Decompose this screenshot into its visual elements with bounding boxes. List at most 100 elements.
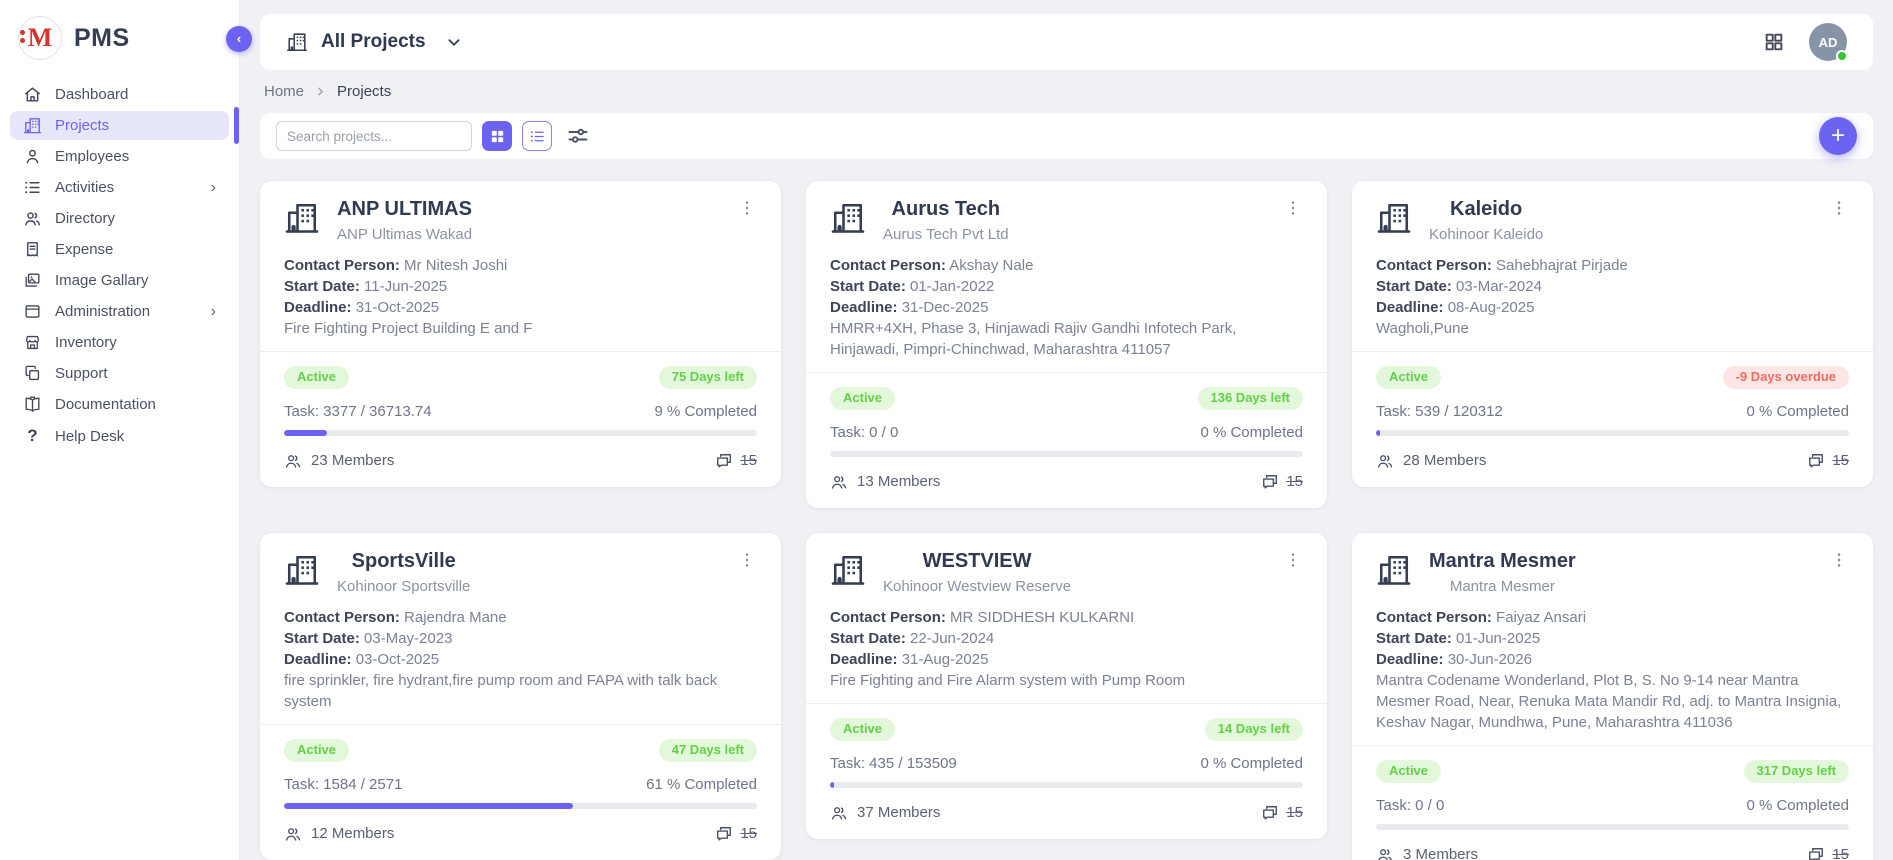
sidebar-item-label: Support <box>55 365 108 382</box>
sidebar-item-directory[interactable]: Directory <box>10 204 229 233</box>
project-card[interactable]: Kaleido Kohinoor Kaleido Contact Person:… <box>1352 181 1873 487</box>
start-date-row: Start Date: 01-Jun-2025 <box>1376 628 1849 649</box>
members-count: 28 Members <box>1403 452 1486 469</box>
chat-count: 15 <box>740 825 757 842</box>
sidebar-item-label: Activities <box>55 179 114 196</box>
card-header: Aurus Tech Aurus Tech Pvt Ltd <box>830 198 1303 243</box>
card-header: ANP ULTIMAS ANP Ultimas Wakad <box>284 198 757 243</box>
days-left-badge: 136 Days left <box>1198 387 1304 410</box>
chat-button[interactable]: 15 <box>714 451 757 471</box>
card-menu-button[interactable] <box>1829 198 1849 218</box>
members: 37 Members <box>830 804 940 822</box>
toolbar: + <box>260 113 1873 159</box>
start-date-value: 03-May-2023 <box>364 630 452 647</box>
sidebar-item-dashboard[interactable]: Dashboard <box>10 80 229 109</box>
add-project-button[interactable]: + <box>1819 117 1857 155</box>
card-menu-button[interactable] <box>737 198 757 218</box>
chat-button[interactable]: 15 <box>1806 845 1849 860</box>
members-count: 3 Members <box>1403 846 1478 860</box>
sidebar-item-image-gallary[interactable]: Image Gallary <box>10 266 229 295</box>
project-card[interactable]: SportsVille Kohinoor Sportsville Contact… <box>260 533 781 860</box>
breadcrumb-home[interactable]: Home <box>264 83 304 100</box>
sidebar-item-support[interactable]: Support <box>10 359 229 388</box>
deadline-row: Deadline: 31-Aug-2025 <box>830 649 1303 670</box>
task-row: Task: 1584 / 2571 61 % Completed <box>284 776 757 793</box>
breadcrumb-current: Projects <box>337 83 391 100</box>
chevron-right-icon: › <box>211 304 216 320</box>
card-menu-button[interactable] <box>1283 198 1303 218</box>
badge-row: Active -9 Days overdue <box>1376 366 1849 389</box>
deadline-row: Deadline: 30-Jun-2026 <box>1376 649 1849 670</box>
card-titles: Kaleido Kohinoor Kaleido <box>1429 198 1543 243</box>
avatar[interactable]: AD <box>1809 23 1847 61</box>
sidebar-item-projects[interactable]: Projects <box>10 111 229 140</box>
project-title: SportsVille <box>352 550 456 573</box>
logo-m-icon: M <box>28 25 53 51</box>
page-title: All Projects <box>321 31 426 53</box>
card-menu-button[interactable] <box>1283 550 1303 570</box>
project-selector[interactable]: All Projects <box>286 31 465 53</box>
chat-button[interactable]: 15 <box>714 824 757 844</box>
people-icon <box>1376 846 1394 860</box>
sidebar-item-documentation[interactable]: Documentation <box>10 390 229 419</box>
chat-button[interactable]: 15 <box>1806 451 1849 471</box>
progress-fill <box>284 430 327 436</box>
apps-grid-icon[interactable] <box>1763 31 1785 53</box>
deadline-label: Deadline: <box>830 651 898 668</box>
days-left-badge: -9 Days overdue <box>1723 366 1849 389</box>
card-footer: 37 Members 15 <box>830 803 1303 823</box>
chat-button[interactable]: 15 <box>1260 803 1303 823</box>
chat-button[interactable]: 15 <box>1260 472 1303 492</box>
completed-percent: 0 % Completed <box>1746 797 1849 814</box>
project-title: Mantra Mesmer <box>1429 550 1576 573</box>
sidebar-item-activities[interactable]: Activities› <box>10 173 229 202</box>
contact-label: Contact Person: <box>1376 257 1492 274</box>
sidebar-item-expense[interactable]: Expense <box>10 235 229 264</box>
task-count: Task: 435 / 153509 <box>830 755 957 772</box>
sidebar-item-employees[interactable]: Employees <box>10 142 229 171</box>
card-top: Aurus Tech Aurus Tech Pvt Ltd Contact Pe… <box>806 181 1327 372</box>
building-icon <box>284 200 320 236</box>
people-icon <box>23 209 42 228</box>
project-details: Contact Person: Sahebhajrat Pirjade Star… <box>1376 255 1849 339</box>
list-view-button[interactable] <box>522 121 552 151</box>
status-badge: Active <box>284 366 349 389</box>
task-count: Task: 3377 / 36713.74 <box>284 403 432 420</box>
breadcrumb: Home Projects <box>264 83 1869 100</box>
sidebar-item-inventory[interactable]: Inventory <box>10 328 229 357</box>
sidebar-item-help-desk[interactable]: ?Help Desk <box>10 421 229 451</box>
sidebar-item-label: Administration <box>55 303 150 320</box>
building-icon <box>284 552 320 588</box>
chat-count: 15 <box>740 452 757 469</box>
card-bottom: Active 317 Days left Task: 0 / 0 0 % Com… <box>1352 746 1873 860</box>
grid-view-button[interactable] <box>482 121 512 151</box>
project-card[interactable]: ANP ULTIMAS ANP Ultimas Wakad Contact Pe… <box>260 181 781 487</box>
chevron-down-icon <box>443 31 465 53</box>
deadline-row: Deadline: 03-Oct-2025 <box>284 649 757 670</box>
contact-label: Contact Person: <box>830 609 946 626</box>
project-card[interactable]: WESTVIEW Kohinoor Westview Reserve Conta… <box>806 533 1327 839</box>
copy-icon <box>23 364 42 383</box>
start-date-row: Start Date: 22-Jun-2024 <box>830 628 1303 649</box>
card-footer: 3 Members 15 <box>1376 845 1849 860</box>
contact-row: Contact Person: Mr Nitesh Joshi <box>284 255 757 276</box>
card-menu-button[interactable] <box>1829 550 1849 570</box>
contact-value: Faiyaz Ansari <box>1496 609 1586 626</box>
days-left-badge: 47 Days left <box>659 739 757 762</box>
sidebar-item-administration[interactable]: Administration › <box>10 297 229 326</box>
deadline-row: Deadline: 31-Oct-2025 <box>284 297 757 318</box>
contact-label: Contact Person: <box>830 257 946 274</box>
card-bottom: Active 47 Days left Task: 1584 / 2571 61… <box>260 725 781 860</box>
sidebar-collapse-button[interactable]: ‹ <box>226 26 252 52</box>
sidebar-item-label: Help Desk <box>55 428 124 445</box>
project-card[interactable]: Mantra Mesmer Mantra Mesmer Contact Pers… <box>1352 533 1873 860</box>
card-bottom: Active 136 Days left Task: 0 / 0 0 % Com… <box>806 373 1327 508</box>
completed-percent: 61 % Completed <box>646 776 757 793</box>
project-card[interactable]: Aurus Tech Aurus Tech Pvt Ltd Contact Pe… <box>806 181 1327 508</box>
card-menu-button[interactable] <box>737 550 757 570</box>
search-input[interactable] <box>276 121 472 151</box>
filter-sliders-icon[interactable] <box>566 124 590 148</box>
card-footer: 28 Members 15 <box>1376 451 1849 471</box>
project-details: Contact Person: MR SIDDHESH KULKARNI Sta… <box>830 607 1303 691</box>
home-icon <box>23 85 42 104</box>
